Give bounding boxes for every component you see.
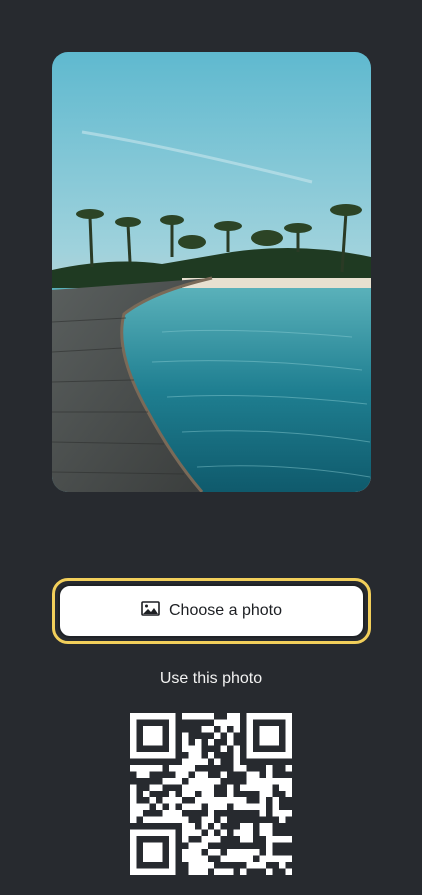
beach-photo-illustration [52,52,371,492]
choose-photo-button-inner[interactable]: Choose a photo [58,584,365,638]
preview-photo [52,52,371,492]
choose-photo-label: Choose a photo [169,602,282,619]
use-this-photo-button[interactable]: Use this photo [0,670,422,688]
qr-code [130,713,292,875]
choose-photo-button[interactable]: Choose a photo [52,578,371,644]
image-icon [141,601,160,621]
